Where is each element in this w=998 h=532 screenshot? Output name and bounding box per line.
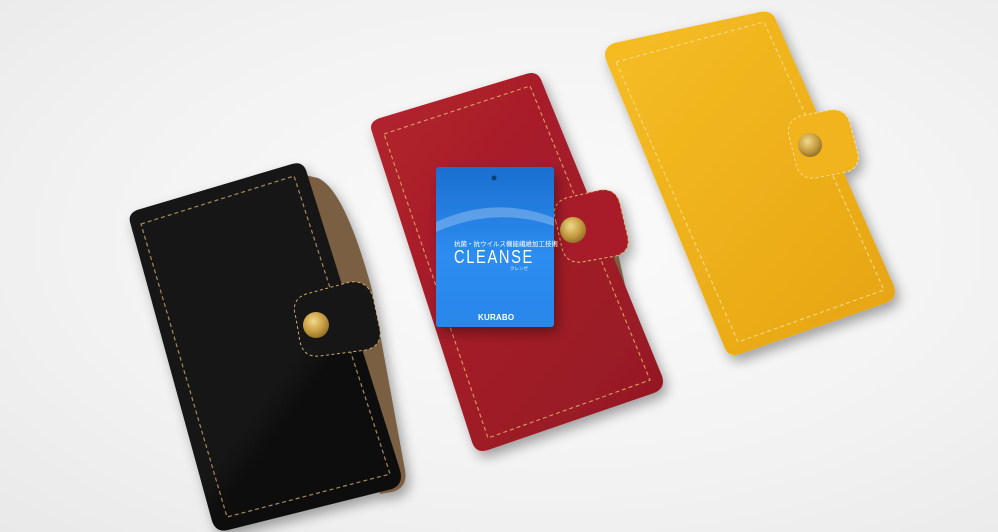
product-photo: 抗菌・抗ウイルス機能繊維加工技術 CLEANSE クレンゼ KURABO	[129, 11, 895, 531]
hang-tag-brand: CLEANSE	[454, 247, 534, 267]
red-case-snap	[560, 217, 586, 243]
yellow-case	[605, 11, 895, 356]
yellow-case-body	[605, 11, 895, 356]
black-case	[129, 163, 406, 531]
black-case-snap	[303, 312, 329, 338]
yellow-case-snap	[798, 133, 822, 157]
hang-tag-maker-logo: KURABO	[478, 313, 514, 322]
cleanse-hang-tag: 抗菌・抗ウイルス機能繊維加工技術 CLEANSE クレンゼ KURABO	[436, 167, 559, 327]
hang-tag-kana: クレンゼ	[510, 265, 528, 272]
hang-tag-hole	[491, 175, 497, 181]
